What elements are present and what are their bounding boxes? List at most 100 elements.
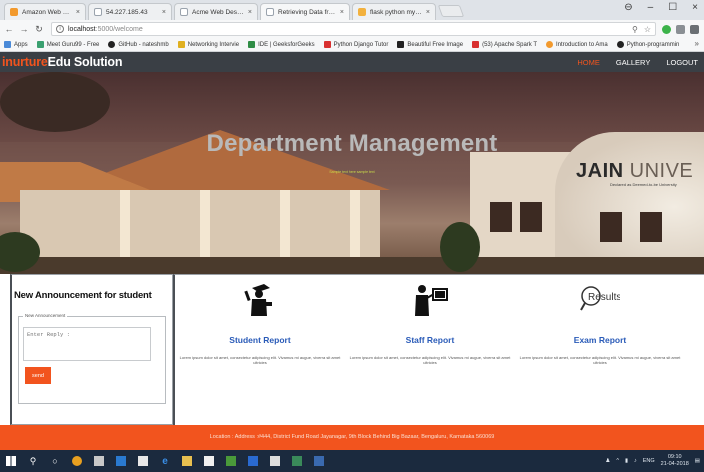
- chevron-up-icon[interactable]: ^: [616, 458, 619, 464]
- bookmark-item[interactable]: IDE | GeeksforGeeks: [248, 41, 315, 48]
- bookmark-item[interactable]: Meet Guru99 - Free: [36, 41, 99, 48]
- volume-icon[interactable]: ♪: [634, 458, 637, 464]
- page-favicon-icon: [180, 8, 188, 16]
- bookmark-item[interactable]: (53) Apache Spark T: [472, 41, 537, 48]
- bookmark-favicon-icon: [177, 41, 185, 48]
- exam-report-card[interactable]: Results Exam Report Lorem ipsum dolor si…: [515, 275, 685, 425]
- app-icon[interactable]: [286, 450, 308, 472]
- address-bar[interactable]: i localhost:5000/welcome ⚲ ☆: [51, 22, 656, 36]
- info-icon[interactable]: i: [56, 25, 64, 33]
- browser-tab[interactable]: Acme Web Design | Wel ×: [174, 3, 258, 20]
- app-icon[interactable]: [88, 450, 110, 472]
- hero-subtitle: Sample text here sample text: [329, 170, 375, 174]
- hero-banner: JAIN UNIVE Declared as Deemed-to-be Univ…: [0, 72, 704, 274]
- geeksforgeeks-icon: [248, 41, 256, 48]
- browser-tab[interactable]: 54.227.185.43 ×: [88, 3, 172, 20]
- windows-start-icon[interactable]: [0, 450, 22, 472]
- reports-panel: Student Report Lorem ipsum dolor sit ame…: [173, 274, 704, 425]
- bookmark-item[interactable]: Networking Intervie: [177, 41, 239, 48]
- nav-gallery-link[interactable]: GALLERY: [616, 58, 650, 67]
- results-magnifier-icon: Results: [580, 286, 620, 311]
- bookmark-star-icon[interactable]: ☆: [644, 25, 651, 34]
- edge-icon[interactable]: e: [154, 450, 176, 472]
- app-icon[interactable]: [132, 450, 154, 472]
- app-icon[interactable]: [308, 450, 330, 472]
- hero-window: [640, 212, 662, 242]
- apps-grid-icon: [4, 41, 11, 48]
- brand-logo[interactable]: inurtureEdu Solution: [2, 55, 122, 69]
- minimize-icon[interactable]: –: [648, 2, 654, 13]
- file-explorer-icon[interactable]: [176, 450, 198, 472]
- graduate-icon: [244, 284, 272, 316]
- hero-tree: [0, 72, 110, 132]
- announcement-panel: New Announcement for student New Announc…: [10, 274, 173, 425]
- hero-tree: [440, 222, 480, 272]
- window-controls: ⊖ – ☐ ×: [624, 2, 698, 13]
- browser-tab[interactable]: Amazon Web Services Si ×: [4, 3, 86, 20]
- staff-report-title[interactable]: Staff Report: [345, 335, 515, 345]
- student-report-card[interactable]: Student Report Lorem ipsum dolor sit ame…: [175, 275, 345, 425]
- extension-icon[interactable]: [690, 24, 699, 34]
- profile-icon[interactable]: ⊖: [624, 2, 632, 13]
- staff-report-card[interactable]: Staff Report Lorem ipsum dolor sit amet,…: [345, 275, 515, 425]
- site-navbar: inurtureEdu Solution HOME GALLERY LOGOUT: [0, 52, 704, 72]
- send-button[interactable]: send: [25, 367, 51, 384]
- browser-tab[interactable]: flask python mysql - Se ×: [352, 3, 436, 20]
- search-icon[interactable]: ⚲: [22, 450, 44, 472]
- close-window-icon[interactable]: ×: [692, 2, 698, 13]
- bookmarks-bar: Apps Meet Guru99 - Free GitHub - nateshm…: [0, 38, 704, 52]
- announcement-fieldset: New Announcement send: [18, 313, 166, 404]
- language-indicator[interactable]: ENG: [643, 458, 655, 464]
- stackoverflow-favicon-icon: [358, 8, 366, 16]
- hero-banner-subtext: Declared as Deemed-to-be University: [610, 182, 677, 187]
- bookmark-favicon-icon: [36, 41, 44, 48]
- bookmark-favicon-icon: [546, 41, 553, 48]
- back-arrow-icon[interactable]: ←: [3, 24, 15, 34]
- exam-report-title[interactable]: Exam Report: [515, 335, 685, 345]
- bookmark-item[interactable]: Introduction to Ama: [546, 41, 608, 48]
- bookmark-item[interactable]: Python-programmin: [616, 41, 679, 48]
- forward-arrow-icon[interactable]: →: [18, 24, 30, 34]
- github-icon: [616, 41, 624, 48]
- close-tab-icon[interactable]: ×: [76, 9, 80, 16]
- announcement-heading: New Announcement for student: [14, 290, 152, 301]
- people-icon[interactable]: ♟: [605, 458, 610, 464]
- bookmark-item[interactable]: GitHub - nateshmb: [108, 41, 169, 48]
- student-report-title[interactable]: Student Report: [175, 335, 345, 345]
- new-tab-button[interactable]: [437, 5, 465, 17]
- cortana-icon[interactable]: ○: [44, 450, 66, 472]
- taskbar-clock[interactable]: 09:10 21-04-2018: [661, 454, 689, 468]
- bookmark-item[interactable]: Apps: [4, 41, 28, 48]
- staff-report-desc: Lorem ipsum dolor sit amet, consectetur …: [349, 355, 511, 365]
- browser-tab-active[interactable]: Retrieving Data from My ×: [260, 3, 350, 20]
- app-icon[interactable]: [110, 450, 132, 472]
- hero-window: [520, 202, 542, 232]
- hero-title: Department Management: [206, 130, 498, 157]
- zoom-icon[interactable]: ⚲: [632, 25, 638, 34]
- chrome-icon[interactable]: [66, 450, 88, 472]
- app-icon[interactable]: [264, 450, 286, 472]
- nav-home-link[interactable]: HOME: [577, 58, 600, 67]
- announcement-legend: New Announcement: [23, 313, 68, 318]
- teacher-board-icon: [415, 285, 448, 316]
- extension-icon[interactable]: [662, 24, 671, 34]
- notifications-icon[interactable]: ▤: [695, 458, 700, 464]
- reload-icon[interactable]: ↻: [33, 24, 45, 35]
- maximize-icon[interactable]: ☐: [668, 2, 677, 13]
- app-icon[interactable]: [242, 450, 264, 472]
- bookmark-item[interactable]: Python Django Tutor: [323, 41, 388, 48]
- footer-address: Location : Address :#444, District Fund …: [209, 434, 495, 440]
- store-icon[interactable]: [198, 450, 220, 472]
- bookmark-item[interactable]: Beautiful Free Image: [397, 41, 463, 48]
- network-icon[interactable]: ▮: [625, 458, 628, 464]
- close-tab-icon[interactable]: ×: [426, 9, 430, 16]
- close-tab-icon[interactable]: ×: [248, 9, 252, 16]
- close-tab-icon[interactable]: ×: [162, 9, 166, 16]
- nav-logout-link[interactable]: LOGOUT: [666, 58, 698, 67]
- more-bookmarks-icon[interactable]: »: [695, 39, 699, 48]
- extension-icon[interactable]: [676, 24, 685, 34]
- app-icon[interactable]: [220, 450, 242, 472]
- close-tab-icon[interactable]: ×: [340, 9, 344, 16]
- svg-text:Results: Results: [588, 292, 620, 303]
- reply-textarea[interactable]: [23, 327, 151, 361]
